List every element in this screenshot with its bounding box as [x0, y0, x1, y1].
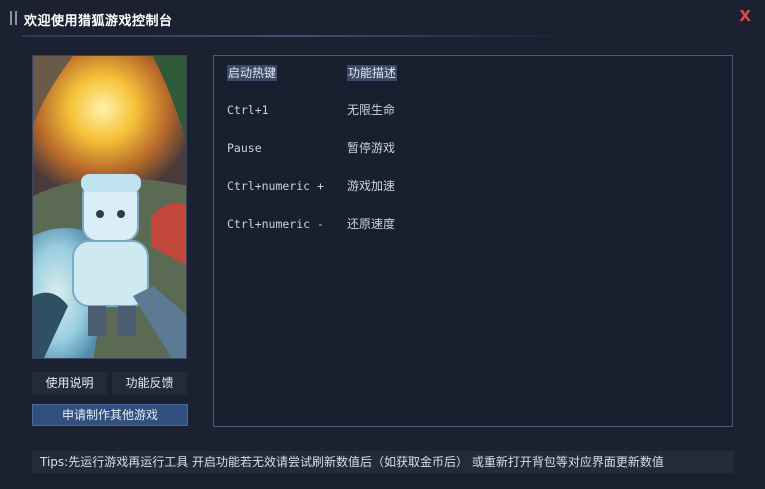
description-column-header: 功能描述: [347, 65, 398, 81]
hotkey-description: 游戏加速: [347, 179, 396, 193]
hotkey-key: Pause: [227, 141, 262, 155]
hotkey-description: 还原速度: [347, 217, 396, 231]
title-divider: [22, 35, 572, 37]
hotkey-description: 暂停游戏: [347, 141, 396, 155]
drag-handle-icon[interactable]: [10, 11, 18, 25]
help-button[interactable]: 使用说明: [32, 372, 107, 394]
close-button[interactable]: X: [739, 7, 751, 25]
title-bar[interactable]: 欢迎使用猎狐游戏控制台 X: [0, 0, 765, 37]
hotkey-column-header: 启动热键: [227, 65, 278, 81]
hotkey-key: Ctrl+1: [227, 103, 269, 117]
hotkey-key: Ctrl+numeric +: [227, 179, 324, 193]
hotkey-description: 无限生命: [347, 103, 396, 117]
feedback-button[interactable]: 功能反馈: [112, 372, 187, 394]
game-artwork-image: [33, 56, 186, 358]
hotkey-panel: 启动热键 功能描述 Ctrl+1 无限生命 Pause 暂停游戏 Ctrl+nu…: [213, 55, 733, 427]
request-game-button[interactable]: 申请制作其他游戏: [32, 404, 188, 426]
game-artwork: [32, 55, 187, 359]
window-title: 欢迎使用猎狐游戏控制台: [24, 14, 173, 29]
tips-bar: Tips:先运行游戏再运行工具 开启功能若无效请尝试刷新数值后（如获取金币后） …: [32, 451, 734, 473]
hotkey-key: Ctrl+numeric -: [227, 217, 324, 231]
